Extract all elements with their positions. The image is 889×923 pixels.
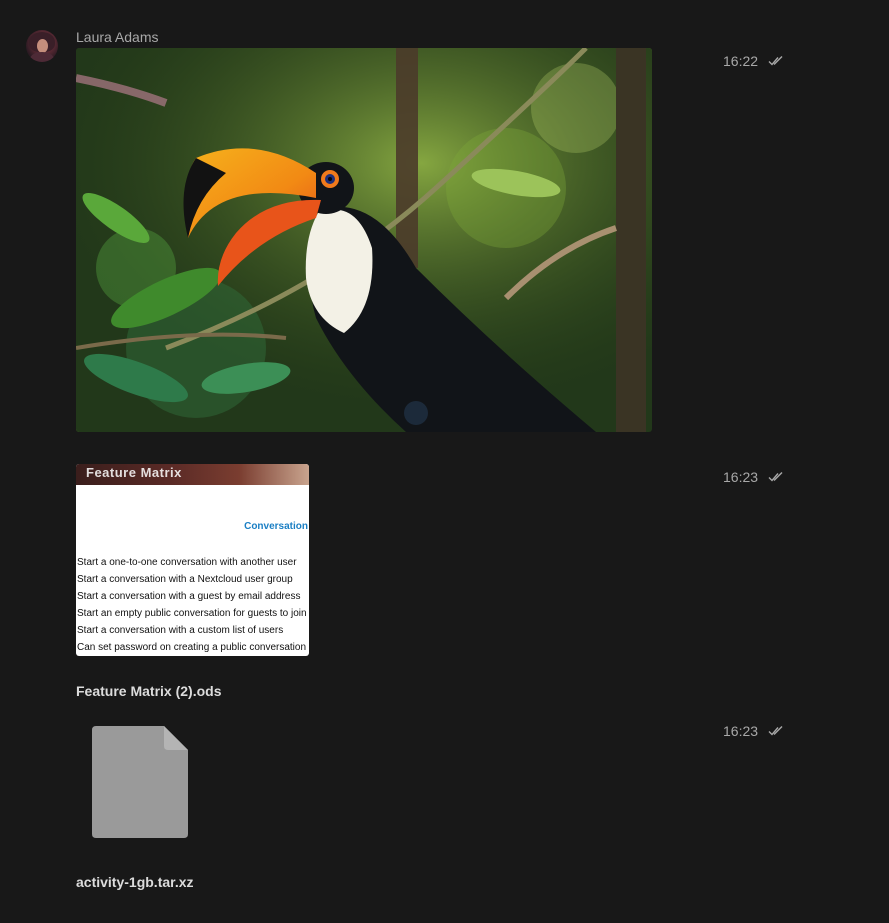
file-name-link[interactable]: Feature Matrix (2).ods xyxy=(76,683,221,699)
preview-section-title: Conversation xyxy=(244,521,308,532)
message-meta: 16:23 xyxy=(723,723,784,739)
double-check-icon xyxy=(768,56,783,66)
preview-banner-text: Feature Matrix xyxy=(86,465,182,480)
author-name[interactable]: Laura Adams xyxy=(76,29,159,45)
file-name-link[interactable]: activity-1gb.tar.xz xyxy=(76,874,194,890)
message-time: 16:23 xyxy=(723,723,759,739)
double-check-icon xyxy=(768,726,783,736)
double-check-icon xyxy=(768,472,783,482)
preview-row: Start a conversation with a custom list … xyxy=(77,625,284,636)
file-preview[interactable]: Feature Matrix Conversation Start a one-… xyxy=(76,464,309,656)
message-meta: 16:22 xyxy=(723,53,784,69)
preview-row: Start a conversation with a Nextcloud us… xyxy=(77,574,293,585)
preview-row: Start an empty public conversation for g… xyxy=(77,608,307,619)
image-attachment[interactable] xyxy=(76,48,652,432)
preview-row: Can set password on creating a public co… xyxy=(77,642,307,653)
avatar[interactable] xyxy=(26,30,58,62)
preview-banner: Feature Matrix xyxy=(76,464,309,485)
preview-row: Start a conversation with a guest by ema… xyxy=(77,591,301,602)
preview-row: Start a one-to-one conversation with ano… xyxy=(77,557,297,568)
chat-view: Laura Adams 16:22 Feature Matrix Convers… xyxy=(0,0,889,923)
message-meta: 16:23 xyxy=(723,469,784,485)
message-time: 16:23 xyxy=(723,469,759,485)
message-time: 16:22 xyxy=(723,53,759,69)
file-icon[interactable] xyxy=(92,726,188,838)
